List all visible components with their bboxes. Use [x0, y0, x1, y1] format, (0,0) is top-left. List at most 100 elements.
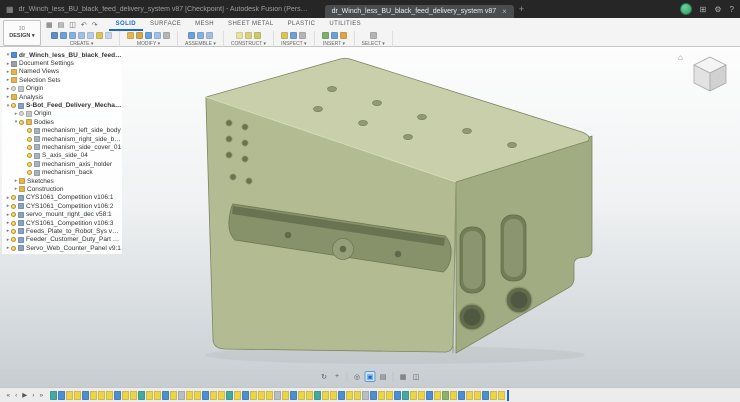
- canvas-viewport[interactable]: ▾dr_Winch_less_BU_black_feed_delivery_sy…: [0, 47, 740, 387]
- visibility-bulb-icon[interactable]: [27, 162, 32, 167]
- inspect-tool-icon[interactable]: [281, 32, 288, 39]
- fit-icon[interactable]: ▣: [365, 371, 376, 382]
- inspect-tool-icon[interactable]: [299, 32, 306, 39]
- browser-row-origin[interactable]: ▸Origin: [2, 110, 122, 118]
- modify-tool-icon[interactable]: [136, 32, 143, 39]
- browser-row-root[interactable]: ▾dr_Winch_less_BU_black_feed_delivery_sy…: [2, 51, 122, 59]
- document-tab[interactable]: dr_Winch_less_BU_black_feed_delivery_sys…: [325, 5, 514, 18]
- timeline-feature-icon[interactable]: [186, 391, 193, 400]
- inspect-tool-icon[interactable]: [290, 32, 297, 39]
- browser-row-component[interactable]: ▸Feeds_Plate_to_Robot_Sys v12:1: [2, 227, 122, 235]
- timeline-feature-icon[interactable]: [50, 391, 57, 400]
- timeline-feature-icon[interactable]: [490, 391, 497, 400]
- browser-row-body[interactable]: mechanism_left_side_body: [2, 127, 122, 135]
- timeline-feature-icon[interactable]: [58, 391, 65, 400]
- assemble-tool-icon[interactable]: [206, 32, 213, 39]
- timeline-feature-icon[interactable]: [354, 391, 361, 400]
- timeline-feature-icon[interactable]: [330, 391, 337, 400]
- timeline-feature-icon[interactable]: [346, 391, 353, 400]
- timeline-feature-icon[interactable]: [442, 391, 449, 400]
- tab-plastic[interactable]: PLASTIC: [281, 18, 323, 31]
- timeline-feature-icon[interactable]: [338, 391, 345, 400]
- timeline-feature-icon[interactable]: [314, 391, 321, 400]
- extensions-icon[interactable]: ⊞: [700, 5, 707, 14]
- visibility-bulb-icon[interactable]: [11, 103, 16, 108]
- timeline-feature-icon[interactable]: [434, 391, 441, 400]
- zoom-icon[interactable]: ◎: [352, 371, 363, 382]
- timeline-feature-icon[interactable]: [482, 391, 489, 400]
- timeline-feature-icon[interactable]: [258, 391, 265, 400]
- redo-icon[interactable]: ↷: [90, 21, 100, 29]
- browser-row-body[interactable]: mechanism_right_side_body: [2, 135, 122, 143]
- ribbon-group-label[interactable]: MODIFY ▾: [137, 41, 160, 47]
- browser-row-folder[interactable]: ▸Selection Sets: [2, 76, 122, 84]
- timeline-feature-icon[interactable]: [266, 391, 273, 400]
- browser-row-component[interactable]: ▸CYS1061_Competition v106:3: [2, 219, 122, 227]
- insert-tool-icon[interactable]: [322, 32, 329, 39]
- timeline-feature-icon[interactable]: [418, 391, 425, 400]
- timeline-feature-icon[interactable]: [106, 391, 113, 400]
- timeline-feature-icon[interactable]: [202, 391, 209, 400]
- visibility-bulb-icon[interactable]: [11, 212, 16, 217]
- timeline-feature-icon[interactable]: [162, 391, 169, 400]
- tab-close-icon[interactable]: ×: [502, 7, 507, 16]
- timeline-feature-icon[interactable]: [466, 391, 473, 400]
- data-panel-icon[interactable]: ▦: [44, 21, 55, 29]
- ribbon-group-label[interactable]: SELECT ▾: [362, 41, 385, 47]
- timeline-feature-icon[interactable]: [210, 391, 217, 400]
- timeline-feature-icon[interactable]: [474, 391, 481, 400]
- timeline-feature-icon[interactable]: [138, 391, 145, 400]
- visibility-bulb-icon[interactable]: [27, 128, 32, 133]
- timeline-feature-icon[interactable]: [250, 391, 257, 400]
- select-tool-icon[interactable]: [370, 32, 377, 39]
- timeline-step-forward-button[interactable]: ›: [30, 392, 37, 399]
- timeline-feature-icon[interactable]: [146, 391, 153, 400]
- timeline-feature-icon[interactable]: [450, 391, 457, 400]
- construct-tool-icon[interactable]: [236, 32, 243, 39]
- browser-row-body[interactable]: mechanism_back: [2, 168, 122, 176]
- tab-solid[interactable]: SOLID: [109, 18, 143, 31]
- browser-row-component[interactable]: ▾S-Bot_Feed_Delivery_Mechanism:1: [2, 101, 122, 109]
- timeline-feature-icon[interactable]: [226, 391, 233, 400]
- construct-tool-icon[interactable]: [254, 32, 261, 39]
- visibility-bulb-icon[interactable]: [11, 86, 16, 91]
- timeline-feature-icon[interactable]: [386, 391, 393, 400]
- browser-row-component[interactable]: ▸CYS1061_Competition v106:2: [2, 202, 122, 210]
- insert-tool-icon[interactable]: [331, 32, 338, 39]
- visibility-bulb-icon[interactable]: [19, 111, 24, 116]
- timeline-feature-icon[interactable]: [290, 391, 297, 400]
- timeline-feature-icon[interactable]: [98, 391, 105, 400]
- timeline-feature-icon[interactable]: [322, 391, 329, 400]
- timeline-feature-icon[interactable]: [234, 391, 241, 400]
- undo-icon[interactable]: ↶: [79, 21, 89, 29]
- browser-row-folder[interactable]: ▸Construction: [2, 185, 122, 193]
- pan-icon[interactable]: +: [332, 371, 343, 382]
- browser-row-component[interactable]: ▸servo_mount_right_dec v58:1: [2, 210, 122, 218]
- timeline-feature-icon[interactable]: [122, 391, 129, 400]
- browser-row-component[interactable]: ▸CYS1061_Competition v106:1: [2, 194, 122, 202]
- viewports-icon[interactable]: ◫: [411, 371, 422, 382]
- visibility-bulb-icon[interactable]: [27, 153, 32, 158]
- timeline-feature-icon[interactable]: [274, 391, 281, 400]
- visibility-bulb-icon[interactable]: [11, 195, 16, 200]
- timeline-feature-icon[interactable]: [154, 391, 161, 400]
- timeline-play-button[interactable]: ▶: [20, 391, 30, 399]
- timeline-feature-icon[interactable]: [410, 391, 417, 400]
- timeline-feature-icon[interactable]: [82, 391, 89, 400]
- timeline-feature-icon[interactable]: [66, 391, 73, 400]
- home-view-icon[interactable]: ⌂: [678, 53, 683, 62]
- avatar[interactable]: [680, 3, 692, 15]
- timeline-feature-icon[interactable]: [74, 391, 81, 400]
- visibility-bulb-icon[interactable]: [11, 221, 16, 226]
- file-menu-icon[interactable]: ▤: [56, 21, 67, 29]
- visibility-bulb-icon[interactable]: [27, 145, 32, 150]
- visibility-bulb-icon[interactable]: [11, 229, 16, 234]
- save-icon[interactable]: ◫: [67, 21, 78, 29]
- timeline-feature-icon[interactable]: [90, 391, 97, 400]
- visibility-bulb-icon[interactable]: [19, 120, 24, 125]
- tab-surface[interactable]: SURFACE: [143, 18, 188, 31]
- timeline-begin-button[interactable]: «: [4, 392, 13, 399]
- ribbon-group-label[interactable]: CONSTRUCT ▾: [231, 41, 266, 47]
- tab-utilities[interactable]: UTILITIES: [322, 18, 368, 31]
- help-icon[interactable]: ?: [730, 5, 734, 14]
